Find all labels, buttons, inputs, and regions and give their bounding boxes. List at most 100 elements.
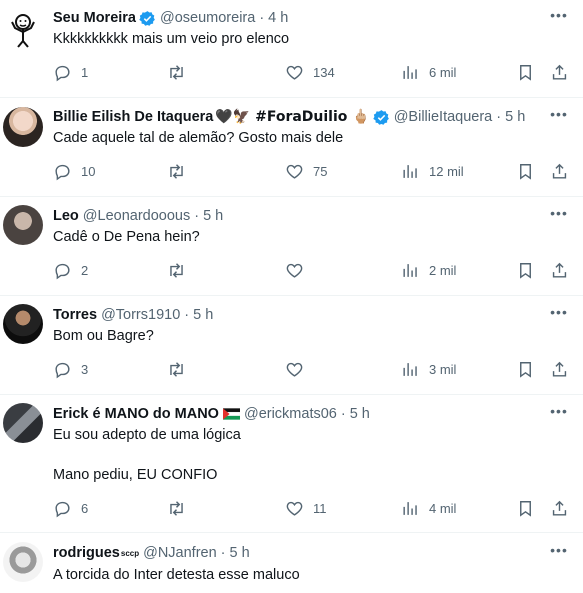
bookmark-icon <box>520 262 531 279</box>
avatar[interactable] <box>3 205 43 245</box>
bookmark-button[interactable] <box>516 260 535 280</box>
views-button[interactable]: 3 mil <box>401 359 456 379</box>
bookmark-button[interactable] <box>516 359 535 379</box>
timestamp[interactable]: 4 h <box>268 10 288 26</box>
tweet-text: Bom ou Bagre? <box>53 328 154 344</box>
more-icon[interactable]: ••• <box>549 404 569 422</box>
timestamp[interactable]: 5 h <box>505 109 525 125</box>
tweet[interactable]: Seu Moreira @oseumoreira · 4 h ••• Kkkkk… <box>0 0 583 98</box>
like-button[interactable]: 75 <box>285 161 327 181</box>
bookmark-button[interactable] <box>516 161 535 181</box>
reply-button[interactable]: 6 <box>53 498 88 518</box>
reply-count: 3 <box>81 361 89 377</box>
like-button[interactable] <box>285 359 304 379</box>
display-name[interactable]: rodrigues <box>53 545 120 561</box>
tweet[interactable]: Erick é MANO do MANO @erickmats06 · 5 h … <box>0 395 583 533</box>
share-icon <box>552 163 567 179</box>
like-button[interactable]: 134 <box>285 62 335 82</box>
bookmark-button[interactable] <box>516 62 535 82</box>
share-button[interactable] <box>550 359 569 379</box>
views-button[interactable]: 12 mil <box>401 161 464 181</box>
handle[interactable]: @NJanfren <box>143 545 217 561</box>
views-icon <box>403 501 417 515</box>
reply-button[interactable]: 3 <box>53 359 88 379</box>
more-icon[interactable]: ••• <box>549 206 569 224</box>
share-button[interactable] <box>550 62 569 82</box>
handle[interactable]: @oseumoreira <box>160 10 255 26</box>
tweet[interactable]: Leo @Leonardooous · 5 h ••• Cadê o De Pe… <box>0 197 583 296</box>
reply-icon <box>55 263 70 279</box>
avatar[interactable] <box>3 107 43 147</box>
avatar[interactable] <box>3 8 43 48</box>
timestamp[interactable]: 5 h <box>203 208 223 224</box>
like-button[interactable]: 11 <box>285 498 327 518</box>
avatar[interactable] <box>3 542 43 582</box>
display-name[interactable]: Seu Moreira <box>53 10 136 26</box>
separator-dot: · <box>184 307 190 323</box>
display-name[interactable]: Torres <box>53 307 97 323</box>
views-count: 12 mil <box>429 163 464 179</box>
share-icon <box>552 64 567 80</box>
views-count: 3 mil <box>429 361 457 377</box>
like-count: 11 <box>313 500 327 516</box>
palestine-flag-icon <box>222 408 240 420</box>
reply-button[interactable]: 10 <box>53 161 95 181</box>
display-name[interactable]: Leo <box>53 208 79 224</box>
separator-dot: · <box>496 109 502 125</box>
tweet[interactable]: Torres @Torrs1910 · 5 h ••• Bom ou Bagre… <box>0 296 583 395</box>
tweet[interactable]: Billie Eilish De Itaquera 🖤🦅 #ForaDuilio… <box>0 98 583 197</box>
timestamp[interactable]: 5 h <box>350 406 370 422</box>
bookmark-button[interactable] <box>516 498 535 518</box>
avatar[interactable] <box>3 403 43 443</box>
separator-dot: · <box>259 10 265 26</box>
retweet-button[interactable] <box>167 260 186 280</box>
tweet[interactable]: rodrigues sccp @NJanfren · 5 h ••• A tor… <box>0 533 583 593</box>
action-bar: 1 134 6 mil <box>53 62 573 82</box>
timestamp[interactable]: 5 h <box>193 307 213 323</box>
retweet-icon <box>170 361 183 377</box>
retweet-button[interactable] <box>167 498 186 518</box>
retweet-button[interactable] <box>167 161 186 181</box>
bookmark-icon <box>520 163 531 180</box>
tweet-text: A torcida do Inter detesta esse maluco <box>53 567 300 583</box>
retweet-button[interactable] <box>167 62 186 82</box>
share-icon <box>552 262 567 278</box>
more-icon[interactable]: ••• <box>549 305 569 323</box>
views-button[interactable]: 6 mil <box>401 62 456 82</box>
retweet-icon <box>170 262 183 278</box>
like-count: 134 <box>313 64 335 80</box>
handle[interactable]: @Torrs1910 <box>101 307 180 323</box>
display-name[interactable]: Billie Eilish De Itaquera <box>53 109 213 125</box>
like-icon <box>286 164 303 179</box>
share-button[interactable] <box>550 260 569 280</box>
more-icon[interactable]: ••• <box>549 107 569 125</box>
share-icon <box>552 361 567 377</box>
share-button[interactable] <box>550 161 569 181</box>
like-button[interactable] <box>285 260 304 280</box>
views-button[interactable]: 4 mil <box>401 498 456 518</box>
reply-icon <box>55 65 70 81</box>
reply-button[interactable]: 1 <box>53 62 88 82</box>
more-icon[interactable]: ••• <box>549 8 569 26</box>
display-name[interactable]: Erick é MANO do MANO <box>53 406 219 422</box>
handle[interactable]: @BillieItaquera <box>394 109 493 125</box>
like-icon <box>286 362 303 377</box>
retweet-icon <box>170 64 183 80</box>
retweet-button[interactable] <box>167 359 186 379</box>
more-icon[interactable]: ••• <box>549 543 569 561</box>
handle[interactable]: @Leonardooous <box>83 208 190 224</box>
views-icon <box>403 65 417 79</box>
share-button[interactable] <box>550 498 569 518</box>
reply-icon <box>55 164 70 180</box>
reply-button[interactable]: 2 <box>53 260 88 280</box>
reply-count: 10 <box>81 163 96 179</box>
action-bar: 3 3 mil <box>53 359 573 379</box>
tweet-text: Kkkkkkkkkk mais um veio pro elenco <box>53 31 290 47</box>
like-icon <box>286 263 303 278</box>
avatar[interactable] <box>3 304 43 344</box>
handle[interactable]: @erickmats06 <box>244 406 337 422</box>
timestamp[interactable]: 5 h <box>230 545 250 561</box>
views-button[interactable]: 2 mil <box>401 260 456 280</box>
name-emojis: 🖤🦅 #ForaDuilio 🖕🏼 <box>215 109 370 125</box>
reply-count: 1 <box>81 64 89 80</box>
